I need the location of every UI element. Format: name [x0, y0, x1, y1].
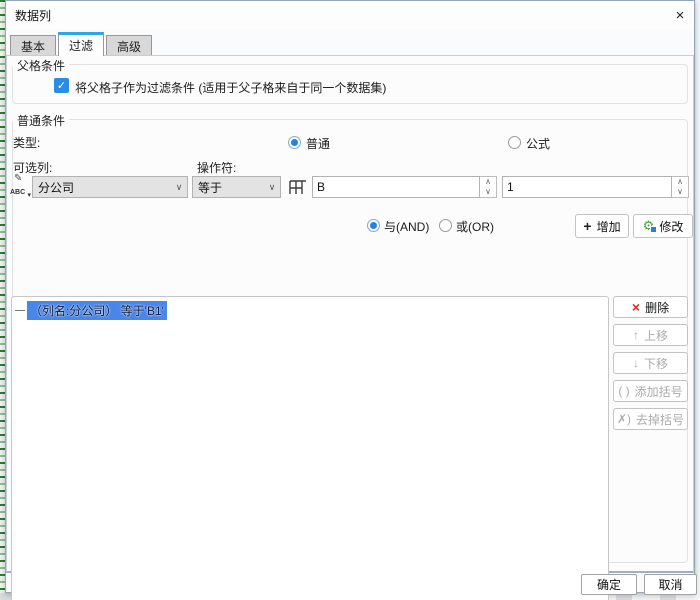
check-icon: ✓	[56, 80, 67, 92]
logic-or-radio-label[interactable]: 或(OR)	[456, 218, 494, 235]
operator-select[interactable]: 等于 ∨	[192, 176, 281, 198]
ok-button[interactable]: 确定	[581, 574, 637, 595]
normal-condition-group-title: 普通条件	[13, 112, 70, 129]
cell-row-spinner[interactable]: ∧ ∨	[672, 176, 689, 198]
remove-parentheses-icon: ✗)	[616, 412, 632, 426]
spinner-up-icon[interactable]: ∧	[480, 177, 496, 187]
cell-grid-glyph	[289, 180, 306, 194]
caret-down-icon: ▾	[27, 192, 31, 199]
column-type-icon[interactable]: ✎ ABC ▾	[10, 173, 32, 199]
column-select[interactable]: 分公司 ∨	[32, 176, 188, 198]
operator-label: 操作符:	[197, 161, 237, 175]
modify-condition-button-label: 修改	[659, 219, 684, 234]
background-app-right-strip	[696, 0, 700, 600]
move-down-button[interactable]: ↓ 下移	[613, 352, 688, 374]
arrow-up-icon: ↑	[632, 328, 639, 342]
delete-condition-button[interactable]: × 删除	[613, 296, 688, 318]
cancel-button[interactable]: 取消	[644, 574, 697, 595]
logic-and-radio-label[interactable]: 与(AND)	[384, 218, 429, 235]
cell-row-input[interactable]	[502, 176, 672, 198]
data-column-dialog: 数据列 × 基本 过滤 高级 父格条件 ✓ 将父格子作为过滤条件 (适用于父子格…	[5, 0, 697, 600]
plus-icon: +	[583, 218, 592, 234]
delete-x-icon: ×	[631, 299, 641, 315]
tab-bar: 基本 过滤 高级	[10, 32, 154, 56]
spinner-up-icon[interactable]: ∧	[672, 177, 688, 187]
delete-condition-button-label: 删除	[645, 300, 670, 315]
move-down-button-label: 下移	[643, 356, 668, 371]
add-condition-button[interactable]: + 增加	[575, 214, 629, 238]
parent-cell-filter-checkbox-label: 将父格子作为过滤条件 (适用于父子格来自于同一个数据集)	[75, 81, 387, 95]
tab-advanced[interactable]: 高级	[106, 35, 153, 56]
move-up-button-label: 上移	[643, 328, 668, 343]
tree-branch-line	[15, 310, 25, 311]
logic-and-radio[interactable]	[367, 219, 380, 232]
conditions-list[interactable]: （列名:分公司） 等于'B1'	[11, 296, 609, 600]
logic-or-radio[interactable]	[439, 219, 452, 232]
move-up-button[interactable]: ↑ 上移	[613, 324, 688, 346]
remove-brackets-button[interactable]: ✗) 去掉括号	[613, 408, 688, 430]
abc-text-icon: ABC	[10, 189, 26, 196]
chevron-down-icon: ∨	[268, 181, 276, 192]
tab-filter[interactable]: 过滤	[58, 32, 105, 56]
type-formula-radio-label[interactable]: 公式	[526, 135, 550, 152]
type-normal-radio[interactable]	[288, 136, 301, 149]
parent-condition-group-title: 父格条件	[13, 57, 70, 74]
gear-icon: ⚙	[642, 218, 657, 233]
add-condition-button-label: 增加	[596, 219, 621, 234]
condition-item-text[interactable]: （列名:分公司） 等于'B1'	[27, 301, 167, 320]
type-label: 类型:	[13, 136, 41, 150]
arrow-down-icon: ↓	[632, 356, 639, 370]
close-icon[interactable]: ×	[670, 5, 690, 25]
remove-brackets-button-label: 去掉括号	[636, 412, 685, 427]
tab-basic[interactable]: 基本	[10, 35, 57, 56]
cell-reference-icon	[288, 176, 312, 198]
parentheses-icon: ( )	[618, 384, 630, 398]
spinner-down-icon[interactable]: ∨	[672, 187, 688, 197]
pencil-icon: ✎	[14, 173, 23, 184]
dialog-title: 数据列	[15, 9, 52, 23]
column-select-value: 分公司	[38, 180, 75, 195]
dialog-titlebar: 数据列 ×	[6, 1, 694, 29]
modify-condition-button[interactable]: ⚙ 修改	[633, 214, 693, 238]
chevron-down-icon: ∨	[175, 181, 183, 192]
cell-column-spinner[interactable]: ∧ ∨	[480, 176, 497, 198]
add-brackets-button[interactable]: ( ) 添加括号	[613, 380, 688, 402]
operator-select-value: 等于	[198, 180, 223, 195]
type-formula-radio[interactable]	[508, 136, 521, 149]
spinner-down-icon[interactable]: ∨	[480, 187, 496, 197]
type-normal-radio-label[interactable]: 普通	[306, 135, 330, 152]
filter-tab-panel: 父格条件 ✓ 将父格子作为过滤条件 (适用于父子格来自于同一个数据集) 普通条件…	[6, 55, 694, 600]
add-brackets-button-label: 添加括号	[634, 384, 683, 399]
parent-cell-filter-checkbox[interactable]: ✓	[54, 78, 69, 93]
condition-list-item[interactable]: （列名:分公司） 等于'B1'	[15, 301, 167, 320]
cell-column-input[interactable]	[312, 176, 480, 198]
